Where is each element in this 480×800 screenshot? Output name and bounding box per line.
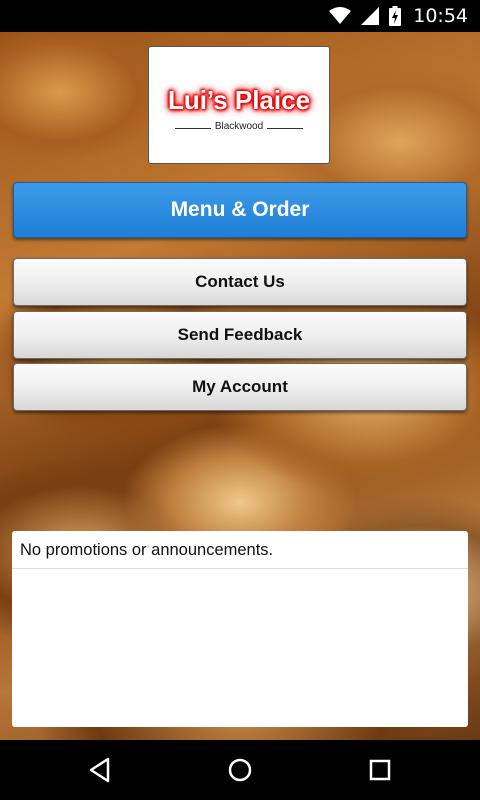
- my-account-button[interactable]: My Account: [13, 363, 467, 411]
- back-icon[interactable]: [86, 756, 114, 784]
- status-time: 10:54: [413, 5, 468, 27]
- restaurant-logo: Lui’s Plaice Blackwood: [148, 46, 330, 164]
- announcements-text: No promotions or announcements.: [12, 531, 468, 569]
- contact-us-button[interactable]: Contact Us: [13, 258, 467, 306]
- send-feedback-button[interactable]: Send Feedback: [13, 311, 467, 359]
- announcements-panel[interactable]: No promotions or announcements.: [12, 531, 468, 727]
- home-icon[interactable]: [226, 756, 254, 784]
- logo-title: Lui’s Plaice: [167, 85, 311, 115]
- logo-subtitle: Blackwood: [214, 121, 264, 132]
- status-bar: 10:54: [0, 0, 480, 32]
- navigation-bar: [0, 740, 480, 800]
- recents-icon[interactable]: [366, 756, 394, 784]
- battery-charging-icon: [389, 6, 402, 26]
- cell-signal-icon: [361, 7, 380, 25]
- wifi-icon: [329, 7, 352, 24]
- menu-order-button[interactable]: Menu & Order: [13, 182, 467, 238]
- logo-divider-right: [267, 128, 303, 129]
- status-icons: 10:54: [329, 0, 468, 32]
